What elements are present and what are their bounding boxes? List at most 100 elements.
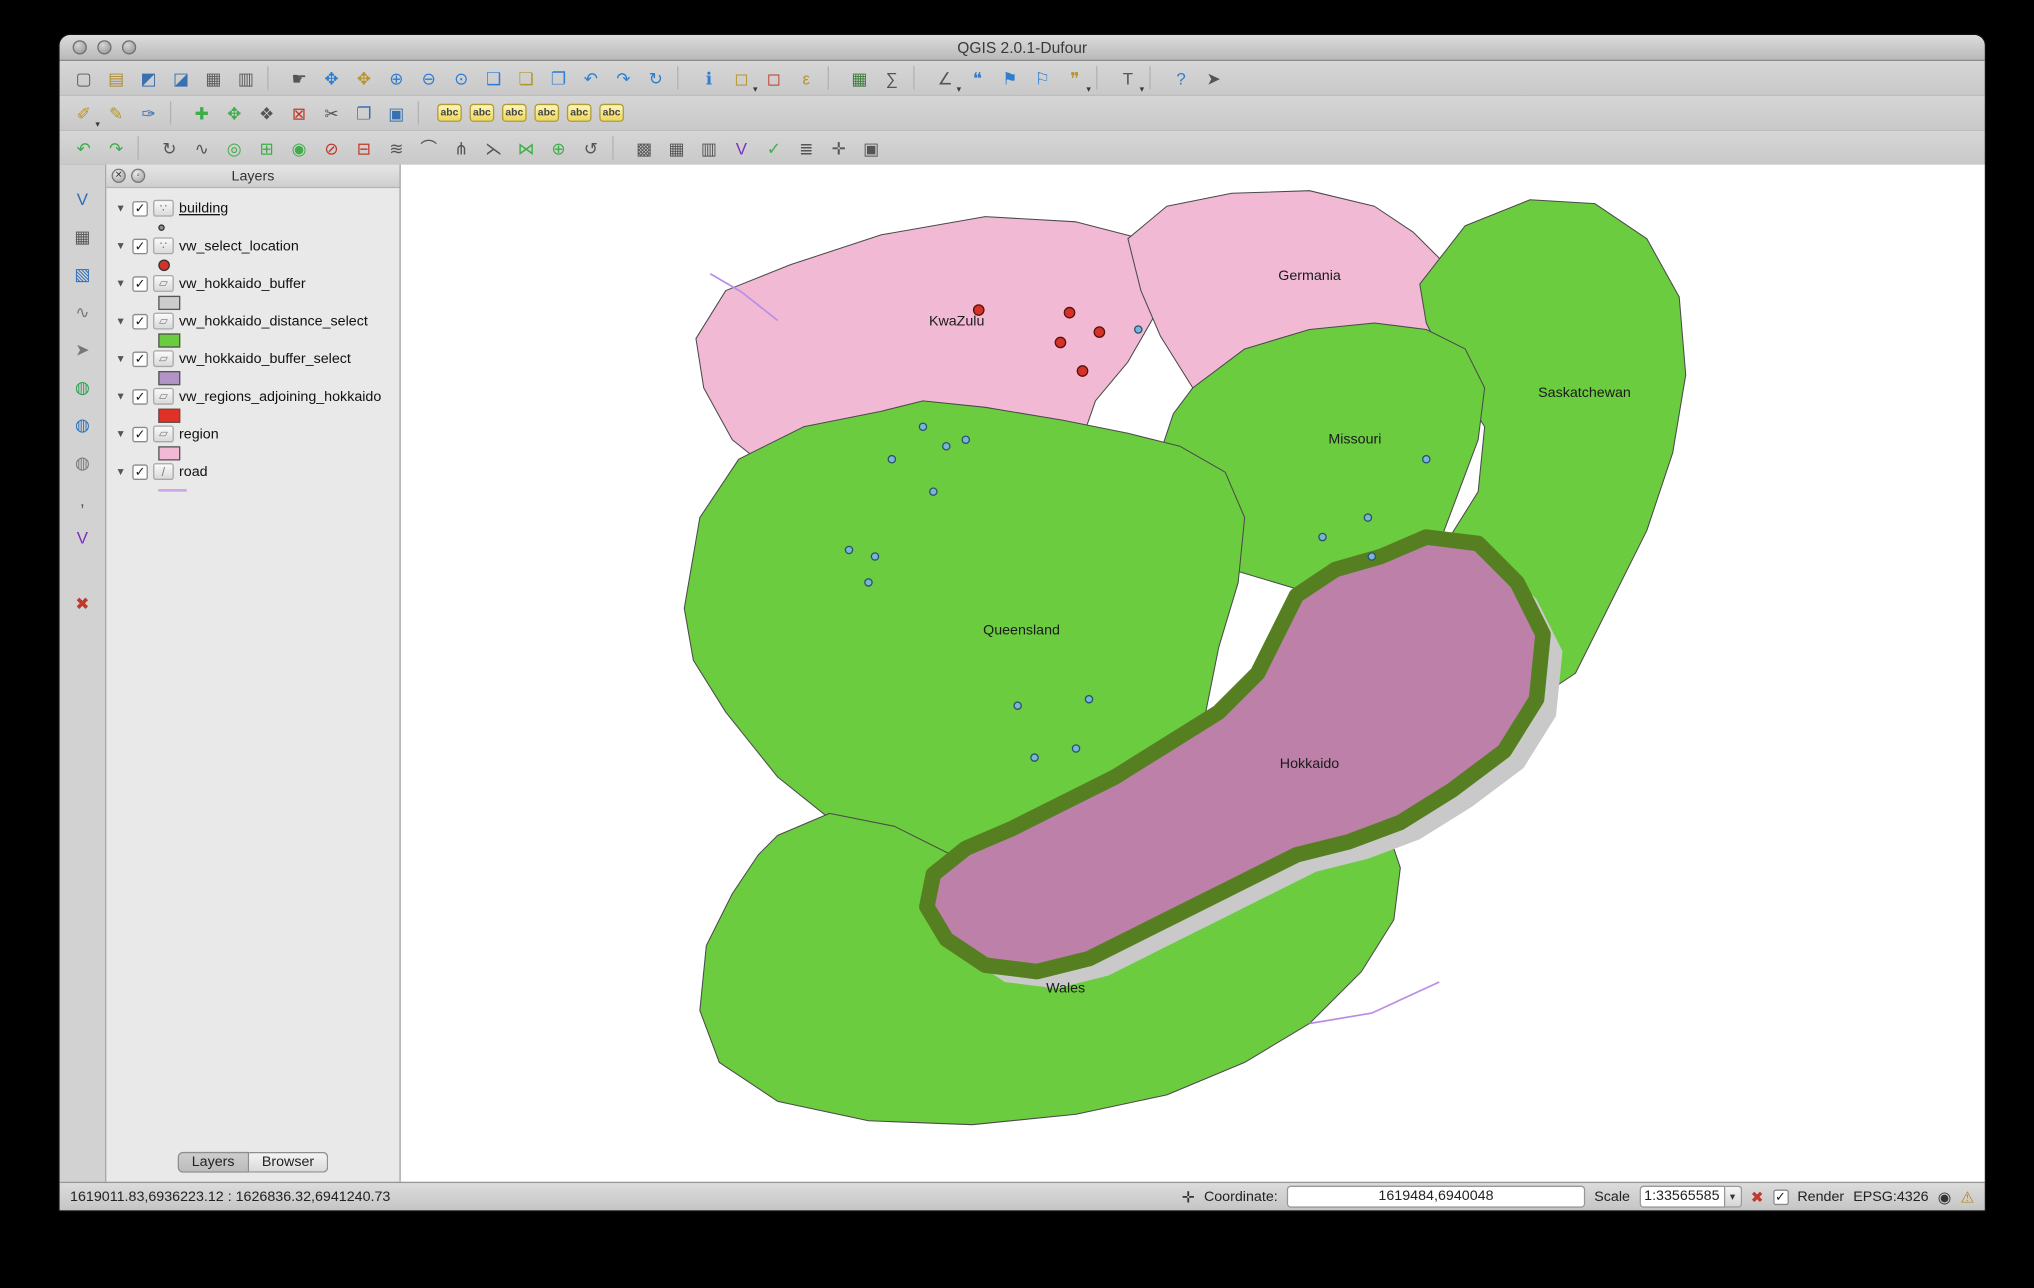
messages-icon[interactable]: ⚠ [1960, 1189, 1974, 1205]
stop-render-icon[interactable]: ✖ [1751, 1189, 1764, 1205]
add-feature-icon[interactable]: ✚ [187, 98, 217, 128]
merge-feature-attributes-icon[interactable]: ⊕ [544, 133, 574, 163]
map-canvas[interactable]: KwaZulu Germania Saskatchewan Missouri Queen… [400, 164, 1985, 1182]
pan-to-selection-icon[interactable]: ✥ [349, 63, 379, 93]
expand-arrow-icon[interactable]: ▼ [114, 466, 127, 478]
layer-labeling-options-icon[interactable]: abc [435, 98, 465, 128]
rotate-feature-icon[interactable]: ↻ [154, 133, 184, 163]
zoom-button[interactable] [121, 40, 137, 55]
field-calculator-icon[interactable]: ∑ [877, 63, 907, 93]
paste-features-icon[interactable]: ▣ [381, 98, 411, 128]
new-project-icon[interactable]: ▢ [69, 63, 99, 93]
save-layer-edits-icon[interactable]: ✑ [134, 98, 164, 128]
scale-combo[interactable]: 1:33565585 [1639, 1185, 1725, 1208]
select-features-icon[interactable]: ◻ ▾ [726, 63, 758, 94]
layer-visibility-checkbox[interactable]: ✓ [132, 426, 148, 442]
zoom-in-icon[interactable]: ⊕ [381, 63, 411, 93]
add-spatialite-layer-icon[interactable]: ∿ [67, 297, 97, 327]
vector-checker-icon[interactable]: V [726, 133, 756, 163]
add-mssql-layer-icon[interactable]: ➤ [67, 335, 97, 365]
delete-selected-icon[interactable]: ⊠ [284, 98, 314, 128]
save-project-icon[interactable]: ◩ [134, 63, 164, 93]
layer-visibility-checkbox[interactable]: ✓ [132, 313, 148, 329]
layer-visibility-checkbox[interactable]: ✓ [132, 463, 148, 480]
dropdown-arrow-icon[interactable]: ▾ [957, 84, 962, 94]
rotate-point-symbols-icon[interactable]: ↺ [576, 133, 606, 163]
select-by-expression-icon[interactable]: ε [791, 63, 821, 93]
add-delimited-text-layer-icon[interactable]: , [67, 485, 97, 515]
split-parts-icon[interactable]: ⋔ [446, 133, 476, 163]
whats-this-icon[interactable]: ➤ [1199, 63, 1229, 93]
layers-panel-header[interactable]: ✕ ◦ Layers [106, 164, 400, 189]
cut-features-icon[interactable]: ✂ [317, 98, 347, 128]
layer-name[interactable]: vw_hokkaido_distance_select [179, 313, 368, 329]
add-wms-layer-icon[interactable]: ◍ [67, 372, 97, 402]
layer-item-vw_hokkaido_buffer_select[interactable]: ▼ ✓ ▱ vw_hokkaido_buffer_select [106, 349, 399, 368]
layer-item-vw_hokkaido_distance_select[interactable]: ▼ ✓ ▱ vw_hokkaido_distance_select [106, 311, 399, 330]
render-checkbox[interactable]: ✓ [1772, 1188, 1789, 1205]
measure-line-icon[interactable]: ∠ ▾ [930, 63, 962, 94]
delete-part-icon[interactable]: ⊟ [349, 133, 379, 163]
layer-name[interactable]: vw_hokkaido_buffer [179, 276, 306, 292]
split-features-icon[interactable]: ⋋ [479, 133, 509, 163]
redo-icon[interactable]: ↷ [101, 133, 131, 163]
identify-features-icon[interactable]: ℹ [694, 63, 724, 93]
topology-checker-icon[interactable]: ✓ [759, 133, 789, 163]
add-postgis-layer-icon[interactable]: ▧ [67, 259, 97, 289]
minimize-button[interactable] [97, 40, 112, 55]
layer-name[interactable]: region [179, 426, 219, 442]
scale-dropdown-icon[interactable]: ▾ [1724, 1185, 1742, 1208]
current-edits-icon[interactable]: ✐ ▾ [69, 98, 100, 129]
zoom-to-layer-icon[interactable]: ❐ [544, 63, 574, 93]
reshape-features-icon[interactable]: ⌒ [414, 133, 444, 163]
copy-style-icon[interactable]: ▩ [629, 133, 659, 163]
zoom-last-icon[interactable]: ↶ [576, 63, 606, 93]
coordinate-input[interactable]: 1619484,6940048 [1286, 1185, 1586, 1208]
new-shapefile-layer-icon[interactable]: V [67, 523, 97, 553]
add-raster-layer-icon[interactable]: ▦ [67, 222, 97, 252]
save-project-as-icon[interactable]: ◪ [166, 63, 196, 93]
add-ring-icon[interactable]: ◎ [219, 133, 249, 163]
expand-arrow-icon[interactable]: ▼ [114, 202, 127, 214]
raster-calculator-icon[interactable]: ▥ [694, 133, 724, 163]
expand-arrow-icon[interactable]: ▼ [114, 353, 127, 365]
dropdown-arrow-icon[interactable]: ▾ [753, 84, 758, 94]
zoom-next-icon[interactable]: ↷ [608, 63, 638, 93]
expand-arrow-icon[interactable]: ▼ [114, 390, 127, 402]
layer-item-road[interactable]: ▼ ✓ / road [106, 462, 399, 481]
add-wfs-layer-icon[interactable]: ◍ [67, 448, 97, 478]
layer-visibility-checkbox[interactable]: ✓ [132, 238, 148, 254]
toggle-editing-icon[interactable]: ✎ [101, 98, 131, 128]
label-rotate-icon[interactable]: abc [564, 98, 594, 128]
tile-scale-icon[interactable]: ▣ [856, 133, 886, 163]
remove-layer-group-icon[interactable]: ✖ [67, 589, 97, 619]
expand-arrow-icon[interactable]: ▼ [114, 278, 127, 290]
open-attribute-table-icon[interactable]: ▦ [844, 63, 874, 93]
show-bookmarks-icon[interactable]: ⚐ [1027, 63, 1057, 93]
close-panel-icon[interactable]: ✕ [111, 168, 126, 183]
layer-name[interactable]: road [179, 464, 208, 480]
layer-name[interactable]: vw_select_location [179, 238, 299, 254]
layer-visibility-checkbox[interactable]: ✓ [132, 388, 148, 405]
copy-features-icon[interactable]: ❐ [349, 98, 379, 128]
open-project-icon[interactable]: ▤ [101, 63, 131, 93]
layer-item-vw_hokkaido_buffer[interactable]: ▼ ✓ ▱ vw_hokkaido_buffer [106, 274, 399, 293]
delete-ring-icon[interactable]: ⊘ [317, 133, 347, 163]
dropdown-arrow-icon[interactable]: ▾ [95, 119, 100, 129]
zoom-full-icon[interactable]: ❑ [479, 63, 509, 93]
label-pin-icon[interactable]: abc [467, 98, 497, 128]
undo-icon[interactable]: ↶ [69, 133, 99, 163]
map-tips-icon[interactable]: ❝ [963, 63, 993, 93]
zoom-out-icon[interactable]: ⊖ [414, 63, 444, 93]
expand-arrow-icon[interactable]: ▼ [114, 428, 127, 440]
zoom-to-selection-icon[interactable]: ❏ [511, 63, 541, 93]
label-annotation-icon[interactable]: T ▾ [1113, 63, 1144, 94]
dropdown-arrow-icon[interactable]: ▾ [1086, 84, 1091, 94]
label-move-icon[interactable]: abc [532, 98, 562, 128]
new-print-composer-icon[interactable]: ▦ [198, 63, 228, 93]
fill-ring-icon[interactable]: ◉ [284, 133, 314, 163]
help-contents-icon[interactable]: ? [1166, 63, 1196, 93]
close-button[interactable] [72, 40, 87, 55]
gps-information-icon[interactable]: ≣ [791, 133, 821, 163]
layer-item-building[interactable]: ▼ ✓ ∵ building [106, 198, 399, 217]
